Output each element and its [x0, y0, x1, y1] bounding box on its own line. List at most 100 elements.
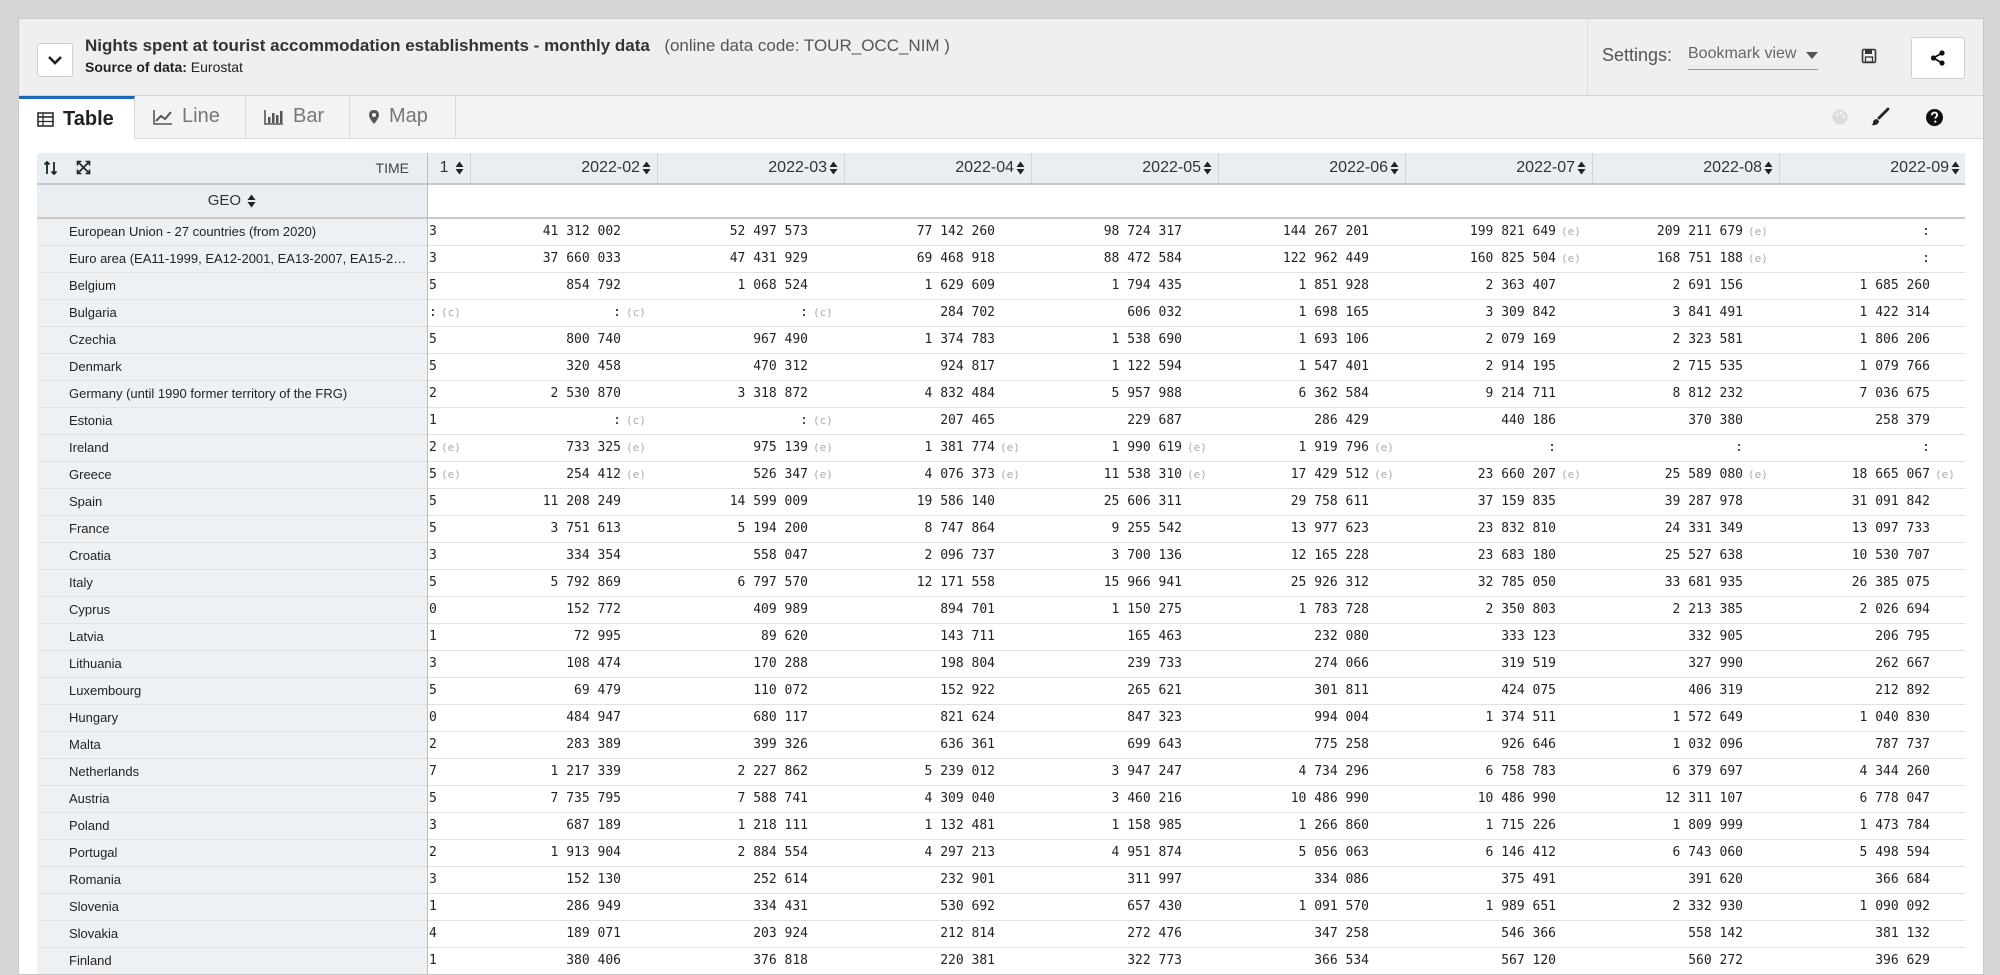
data-cell[interactable]: 558 142: [1688, 921, 1743, 947]
data-cell[interactable]: 212 892: [1875, 678, 1930, 704]
geo-row-label[interactable]: Poland: [37, 813, 427, 839]
data-cell[interactable]: 69 479: [574, 678, 621, 704]
data-cell[interactable]: 5 957 988: [1112, 381, 1182, 407]
data-cell[interactable]: 2 332 930: [1673, 894, 1743, 920]
data-cell[interactable]: 1 851 928: [1299, 273, 1369, 299]
data-cell[interactable]: 25 527 638: [1665, 543, 1743, 569]
data-cell[interactable]: 4 076 373: [925, 462, 995, 488]
data-cell[interactable]: 699 643: [1127, 732, 1182, 758]
data-cell[interactable]: 23 683 180: [1478, 543, 1556, 569]
data-cell[interactable]: :: [1548, 435, 1556, 461]
data-cell[interactable]: 286 429: [1314, 408, 1369, 434]
time-column-header[interactable]: 2022-08: [1592, 153, 1779, 183]
share-button[interactable]: [1911, 37, 1965, 79]
data-cell[interactable]: 2 350 803: [1486, 597, 1556, 623]
data-cell[interactable]: 7 588 741: [738, 786, 808, 812]
geo-row-label[interactable]: Finland: [37, 948, 427, 974]
data-cell[interactable]: 1 217 339: [551, 759, 621, 785]
data-cell[interactable]: 391 620: [1688, 867, 1743, 893]
data-cell[interactable]: 1 990 619: [1112, 435, 1182, 461]
help-button[interactable]: [1923, 106, 1945, 128]
data-cell[interactable]: 4 309 040: [925, 786, 995, 812]
data-cell[interactable]: 546 366: [1501, 921, 1556, 947]
geo-row-label[interactable]: Malta: [37, 732, 427, 758]
data-cell[interactable]: 37 159 835: [1478, 489, 1556, 515]
data-cell[interactable]: 18 665 067: [1852, 462, 1930, 488]
data-cell[interactable]: 6 758 783: [1486, 759, 1556, 785]
data-cell[interactable]: 301 811: [1314, 678, 1369, 704]
data-cell[interactable]: 26 385 075: [1852, 570, 1930, 596]
data-cell[interactable]: 3 309 842: [1486, 300, 1556, 326]
data-cell[interactable]: 332 905: [1688, 624, 1743, 650]
data-cell[interactable]: 33 681 935: [1665, 570, 1743, 596]
data-cell[interactable]: 320 458: [566, 354, 621, 380]
data-cell[interactable]: 424 075: [1501, 678, 1556, 704]
data-cell[interactable]: 199 821 649: [1470, 219, 1556, 245]
data-cell[interactable]: 10 486 990: [1478, 786, 1556, 812]
data-cell[interactable]: 657 430: [1127, 894, 1182, 920]
data-cell[interactable]: 687 189: [566, 813, 621, 839]
data-cell[interactable]: 160 825 504: [1470, 246, 1556, 272]
data-cell[interactable]: 366 534: [1314, 948, 1369, 974]
data-cell[interactable]: 110 072: [753, 678, 808, 704]
data-cell[interactable]: 1 090 092: [1860, 894, 1930, 920]
tab-map[interactable]: Map: [350, 96, 456, 137]
data-cell[interactable]: 52 497 573: [730, 219, 808, 245]
data-cell[interactable]: 2 530 870: [551, 381, 621, 407]
data-cell[interactable]: 4 734 296: [1299, 759, 1369, 785]
data-cell[interactable]: 13 097 733: [1852, 516, 1930, 542]
data-cell[interactable]: :: [613, 408, 621, 434]
data-cell[interactable]: 220 381: [940, 948, 995, 974]
data-cell[interactable]: 98 724 317: [1104, 219, 1182, 245]
data-cell[interactable]: 7 735 795: [551, 786, 621, 812]
geo-row-label[interactable]: Romania: [37, 867, 427, 893]
data-cell[interactable]: 9 255 542: [1112, 516, 1182, 542]
data-cell[interactable]: 327 990: [1688, 651, 1743, 677]
data-cell[interactable]: 152 130: [566, 867, 621, 893]
data-cell[interactable]: 5 792 869: [551, 570, 621, 596]
data-cell[interactable]: 4 297 213: [925, 840, 995, 866]
data-cell[interactable]: 1 032 096: [1673, 732, 1743, 758]
geo-row-label[interactable]: Bulgaria: [37, 300, 427, 326]
geo-row-label[interactable]: Denmark: [37, 354, 427, 380]
data-cell[interactable]: :: [613, 300, 621, 326]
data-cell[interactable]: 69 468 918: [917, 246, 995, 272]
data-cell[interactable]: 380 406: [566, 948, 621, 974]
data-cell[interactable]: :: [1922, 219, 1930, 245]
data-cell[interactable]: 6 778 047: [1860, 786, 1930, 812]
data-cell[interactable]: 108 474: [566, 651, 621, 677]
data-cell[interactable]: 10 486 990: [1291, 786, 1369, 812]
data-cell[interactable]: 787 737: [1875, 732, 1930, 758]
data-cell[interactable]: :: [800, 300, 808, 326]
data-cell[interactable]: 1 381 774: [925, 435, 995, 461]
save-bookmark-button[interactable]: [1854, 41, 1884, 71]
data-cell[interactable]: 274 066: [1314, 651, 1369, 677]
data-cell[interactable]: 165 463: [1127, 624, 1182, 650]
data-cell[interactable]: 733 325: [566, 435, 621, 461]
data-cell[interactable]: 2 363 407: [1486, 273, 1556, 299]
data-cell[interactable]: 72 995: [574, 624, 621, 650]
data-cell[interactable]: 6 743 060: [1673, 840, 1743, 866]
data-cell[interactable]: 170 288: [753, 651, 808, 677]
data-cell[interactable]: 25 926 312: [1291, 570, 1369, 596]
data-cell[interactable]: 209 211 679: [1657, 219, 1743, 245]
data-cell[interactable]: 333 123: [1501, 624, 1556, 650]
data-cell[interactable]: 894 701: [940, 597, 995, 623]
geo-row-label[interactable]: Luxembourg: [37, 678, 427, 704]
data-cell[interactable]: 399 326: [753, 732, 808, 758]
geo-row-label[interactable]: Lithuania: [37, 651, 427, 677]
data-cell[interactable]: 25 589 080: [1665, 462, 1743, 488]
data-cell[interactable]: 1 919 796: [1299, 435, 1369, 461]
geo-row-label[interactable]: Czechia: [37, 327, 427, 353]
geo-row-label[interactable]: Spain: [37, 489, 427, 515]
data-cell[interactable]: 88 472 584: [1104, 246, 1182, 272]
partial-time-column[interactable]: 1: [427, 153, 470, 183]
data-cell[interactable]: 396 629: [1875, 948, 1930, 974]
time-column-header[interactable]: 2022-07: [1405, 153, 1592, 183]
data-cell[interactable]: 39 287 978: [1665, 489, 1743, 515]
data-cell[interactable]: 31 091 842: [1852, 489, 1930, 515]
format-button[interactable]: [1869, 106, 1891, 128]
data-cell[interactable]: 1 547 401: [1299, 354, 1369, 380]
data-cell[interactable]: 13 977 623: [1291, 516, 1369, 542]
geo-row-label[interactable]: Ireland: [37, 435, 427, 461]
